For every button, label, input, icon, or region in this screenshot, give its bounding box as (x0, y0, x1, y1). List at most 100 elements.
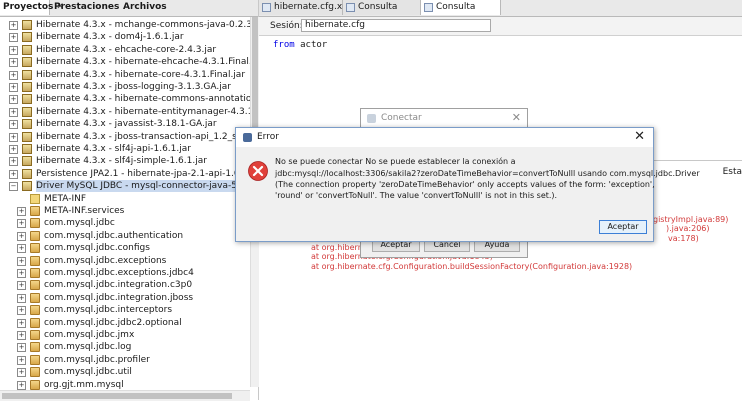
tab-files[interactable]: Archivos (120, 0, 180, 15)
tree-node-label: META-INF (44, 193, 87, 204)
tree-node-label: com.mysql.jdbc.integration.c3p0 (44, 280, 193, 291)
scroll-thumb[interactable] (2, 393, 232, 399)
tree-node-label: com.mysql.jdbc.profiler (44, 354, 150, 365)
session-label: Sesión: (270, 21, 303, 31)
expand-icon[interactable]: + (17, 318, 26, 328)
query-keyword: from (273, 40, 295, 50)
error-icon (248, 161, 268, 181)
tab-services-label: Prestaciones (54, 2, 120, 12)
session-select[interactable]: hibernate.cfg (301, 19, 491, 32)
package-icon (30, 354, 40, 365)
tab-projects[interactable]: Proyectos ✕ (0, 0, 64, 15)
app-icon (367, 114, 376, 123)
stack-trace-line: ).java:206) (666, 224, 710, 233)
tree-node-label: Hibernate 4.3.x - dom4j-1.6.1.jar (36, 32, 184, 43)
tree-node-label: Hibernate 4.3.x - hibernate-commons-anno… (36, 94, 250, 105)
tab-hql0[interactable]: Consulta HQL0✕ (343, 0, 421, 27)
error-message-line: No se puede conectar No se puede estable… (275, 157, 516, 166)
tree-node-label: Hibernate 4.3.x - jboss-logging-3.1.3.GA… (36, 82, 231, 92)
jar-icon (22, 82, 32, 92)
expand-icon[interactable]: + (9, 45, 18, 55)
tree-node-label: com.mysql.jdbc.exceptions.jdbc4 (44, 268, 194, 278)
package-icon (30, 367, 40, 378)
expand-icon[interactable]: + (9, 70, 18, 80)
tree-node-label: Hibernate 4.3.x - javassist-3.18.1-GA.ja… (36, 119, 217, 130)
close-icon[interactable]: ✕ (634, 129, 645, 144)
tree-node-label: com.mysql.jdbc.authentication (44, 230, 184, 241)
expand-icon[interactable]: + (17, 256, 26, 266)
tree-node-label: com.mysql.jdbc.log (44, 342, 132, 353)
collapse-icon[interactable]: − (9, 182, 18, 192)
session-value: hibernate.cfg (305, 20, 365, 30)
tab-label: hibernate.cfg.xml (274, 2, 354, 12)
jar-icon (22, 131, 32, 142)
expand-icon[interactable]: + (9, 107, 18, 117)
tree-node-label: com.mysql.jdbc.interceptors (44, 305, 173, 316)
tree-node-label: com.mysql.jdbc.exceptions (44, 255, 167, 266)
jar-icon (22, 168, 32, 179)
expand-icon[interactable]: + (9, 169, 18, 179)
error-dialog: Error ✕ No se puede conectar No se puede… (235, 127, 700, 242)
package-icon (30, 342, 40, 353)
projects-panel: Proyectos ✕ Prestaciones Archivos + Hibern… (0, 0, 259, 401)
expand-icon[interactable]: + (17, 380, 26, 390)
tab-hibernate-cfg[interactable]: hibernate.cfg.xml✕ (259, 0, 364, 15)
jar-icon (22, 94, 32, 105)
expand-icon[interactable]: + (9, 132, 18, 142)
package-icon (30, 255, 40, 266)
expand-icon[interactable]: + (9, 157, 18, 167)
package-icon (30, 218, 40, 229)
tree-node-label: Persistence JPA2.1 - hibernate-jpa-2.1-a… (36, 168, 250, 179)
stack-trace-line: va:178) (668, 234, 699, 243)
ok-button[interactable]: Aceptar (599, 220, 647, 234)
error-dialog-titlebar: Error ✕ (236, 128, 653, 147)
package-icon (30, 206, 40, 216)
query-text: from actor (273, 40, 327, 50)
jar-icon (22, 181, 32, 192)
jar-icon (22, 69, 32, 80)
xml-file-icon (262, 3, 271, 12)
tree-node-label: Hibernate 4.3.x - slf4j-api-1.6.1.jar (36, 144, 191, 154)
tree-node-label: Driver MySQL JDBC - mysql-connector-java… (36, 180, 250, 193)
expand-icon[interactable]: + (17, 231, 26, 241)
tab-hql1[interactable]: Consulta HQL1✕ (421, 0, 501, 27)
tree-node-label: Hibernate 4.3.x - mchange-commons-java-0… (36, 20, 250, 30)
expand-icon[interactable]: + (17, 219, 26, 229)
expand-icon[interactable]: + (17, 355, 26, 365)
close-icon[interactable]: ✕ (512, 111, 521, 124)
expand-icon[interactable]: + (17, 293, 26, 303)
jar-icon (22, 32, 32, 43)
tree-node-label: META-INF.services (44, 206, 125, 216)
error-message-line: 'round' or 'convertToNull'. The value 'c… (275, 191, 558, 200)
expand-icon[interactable]: + (17, 343, 26, 353)
jar-icon (22, 106, 32, 117)
expand-icon[interactable]: + (17, 244, 26, 254)
package-icon (30, 317, 40, 328)
tree-node-label: com.mysql.jdbc.configs (44, 243, 150, 254)
expand-icon[interactable]: + (9, 95, 18, 105)
expand-icon[interactable]: + (9, 33, 18, 43)
expand-icon[interactable]: + (9, 21, 18, 30)
query-rest: actor (294, 40, 328, 50)
expand-icon[interactable]: + (17, 281, 26, 291)
tab-services[interactable]: Prestaciones (51, 0, 119, 15)
jar-icon (22, 57, 32, 68)
tree-horizontal-scrollbar[interactable] (0, 390, 250, 401)
jar-icon (22, 44, 32, 55)
expand-icon[interactable]: + (9, 83, 18, 92)
expand-icon[interactable]: + (9, 145, 18, 154)
expand-icon[interactable]: + (9, 120, 18, 130)
jar-icon (22, 20, 32, 30)
package-icon (30, 330, 40, 340)
error-dialog-body: No se puede conectar No se puede estable… (236, 147, 700, 241)
package-icon (30, 230, 40, 241)
expand-icon[interactable]: + (17, 306, 26, 316)
hql-file-icon (346, 3, 355, 12)
expand-icon[interactable]: + (9, 58, 18, 68)
expand-icon[interactable]: + (17, 207, 26, 216)
expand-icon[interactable]: + (17, 368, 26, 378)
tree-node-label: Hibernate 4.3.x - ehcache-core-2.4.3.jar (36, 44, 217, 55)
tree-node-label: Hibernate 4.3.x - slf4j-simple-1.6.1.jar (36, 156, 207, 167)
expand-icon[interactable]: + (17, 331, 26, 340)
expand-icon[interactable]: + (17, 269, 26, 278)
